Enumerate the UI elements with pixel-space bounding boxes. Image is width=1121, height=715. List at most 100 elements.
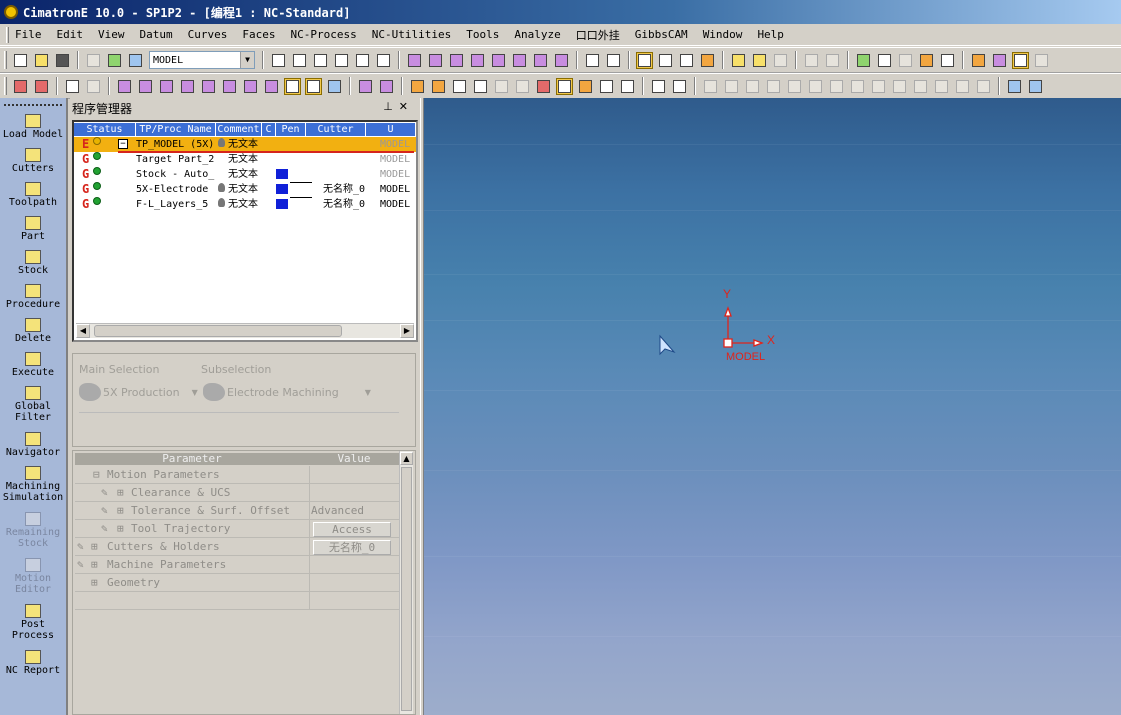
table-row[interactable]: G F-L_Layers_5 无文本 无名称_0 MODEL (74, 197, 416, 212)
new-file-icon[interactable] (12, 52, 29, 69)
line-icon[interactable] (702, 78, 719, 95)
info-icon[interactable] (514, 78, 531, 95)
sidebar-item-load-model[interactable]: Load Model (0, 114, 66, 140)
analyze-icon[interactable] (378, 78, 395, 95)
light-on-icon[interactable] (751, 52, 768, 69)
collapse-icon[interactable]: ⊟ (93, 468, 100, 481)
hidden-line-icon[interactable] (678, 52, 695, 69)
view-top-icon[interactable] (511, 52, 528, 69)
assembly-icon[interactable] (855, 52, 872, 69)
list-icon[interactable] (326, 78, 343, 95)
select-filter-icon[interactable] (85, 78, 102, 95)
arrow-right-icon[interactable] (824, 52, 841, 69)
dimension-icon[interactable] (891, 78, 908, 95)
nc-setup-icon[interactable] (409, 78, 426, 95)
view-bottom-icon[interactable] (532, 52, 549, 69)
circle-icon[interactable] (744, 78, 761, 95)
zoom-all-icon[interactable] (270, 52, 287, 69)
table-row[interactable]: G Target Part_2 无文本 MODEL (74, 152, 416, 167)
chevron-down-icon[interactable]: ▼ (240, 52, 254, 68)
wireframe-view-icon[interactable] (657, 52, 674, 69)
expand-icon[interactable]: ⊞ (91, 540, 98, 553)
param-row-clearance[interactable]: ✎ ⊞ Clearance & UCS (75, 484, 399, 502)
sidebar-item-navigator[interactable]: Navigator (0, 432, 66, 458)
arrow-left-icon[interactable] (803, 52, 820, 69)
menu-faces[interactable]: Faces (242, 28, 275, 41)
pick-curves-icon[interactable] (158, 78, 175, 95)
delete-entity-icon[interactable] (12, 78, 29, 95)
tree-horizontal-scrollbar[interactable]: ◀ ▶ (76, 323, 414, 338)
expand-icon[interactable]: ⊞ (117, 486, 124, 499)
render-mode-icon[interactable] (699, 52, 716, 69)
column-header-name[interactable]: TP/Proc Name (136, 123, 216, 136)
pick-faces-icon[interactable] (116, 78, 133, 95)
table-row[interactable]: G 5X-Electrode 无文本 无名称_0 MODEL (74, 182, 416, 197)
menu-tools[interactable]: Tools (466, 28, 499, 41)
column-header-cutter[interactable]: Cutter (306, 123, 366, 136)
column-header-c[interactable]: C (262, 123, 276, 136)
curve-icon[interactable] (671, 78, 688, 95)
light-icon[interactable] (730, 52, 747, 69)
main-selection-dropdown[interactable]: 5X Production ▼ (79, 383, 198, 401)
view-front-icon[interactable] (427, 52, 444, 69)
cutter-button[interactable]: 无名称_0 (313, 540, 391, 555)
chevron-down-icon[interactable]: ▼ (365, 388, 371, 397)
expand-icon[interactable]: ⊞ (91, 576, 98, 589)
points-icon[interactable] (975, 78, 992, 95)
column-header-comment[interactable]: Comment (216, 123, 262, 136)
param-row-tolerance[interactable]: ✎ ⊞ Tolerance & Surf. Offset Advanced (75, 502, 399, 520)
table-row[interactable]: G Stock - Auto_ 无文本 MODEL (74, 167, 416, 182)
sidebar-item-delete[interactable]: Delete (0, 318, 66, 344)
sidebar-item-stock[interactable]: Stock (0, 250, 66, 276)
graphics-viewport[interactable]: Y X MODEL (424, 98, 1121, 715)
edit-param-icon[interactable]: ✎ (77, 558, 84, 571)
filter-3-icon[interactable] (1012, 51, 1029, 69)
edit-param-icon[interactable]: ✎ (101, 504, 108, 517)
zoom-window-icon[interactable] (291, 52, 308, 69)
select-box-icon[interactable] (64, 78, 81, 95)
column-header-pen[interactable]: Pen (276, 123, 306, 136)
line-angle-icon[interactable] (723, 78, 740, 95)
view-right-icon[interactable] (490, 52, 507, 69)
menu-datum[interactable]: Datum (140, 28, 173, 41)
view-left-icon[interactable] (469, 52, 486, 69)
close-icon[interactable]: ✕ (399, 100, 414, 113)
parameters-vertical-scrollbar[interactable]: ▲ (399, 451, 413, 714)
param-value[interactable]: Advanced (311, 504, 364, 517)
menu-nc-process[interactable]: NC-Process (291, 28, 357, 41)
menu-nc-utilities[interactable]: NC-Utilities (372, 28, 451, 41)
sidebar-item-post-process[interactable]: Post Process (0, 604, 66, 641)
light-off-icon[interactable] (772, 52, 789, 69)
pan-icon[interactable] (354, 52, 371, 69)
sidebar-item-execute[interactable]: Execute (0, 352, 66, 378)
component-icon[interactable] (876, 52, 893, 69)
sketch-icon[interactable] (650, 78, 667, 95)
param-row-cutters[interactable]: ✎ ⊞ Cutters & Holders 无名称_0 (75, 538, 399, 556)
spline-icon[interactable] (765, 78, 782, 95)
sidebar-item-global-filter[interactable]: Global Filter (0, 386, 66, 423)
pick-chain-icon[interactable] (263, 78, 280, 95)
datum-icon[interactable] (1006, 78, 1023, 95)
scroll-thumb[interactable] (94, 325, 342, 337)
param-row-machine[interactable]: ✎ ⊞ Machine Parameters (75, 556, 399, 574)
offset-icon[interactable] (786, 78, 803, 95)
sidebar-item-cutters[interactable]: Cutters (0, 148, 66, 174)
fillet-icon[interactable] (849, 78, 866, 95)
cutter-icon[interactable] (535, 78, 552, 95)
filter-4-icon[interactable] (1033, 52, 1050, 69)
save-icon[interactable] (54, 52, 71, 69)
rotate-icon[interactable] (375, 52, 392, 69)
column-header-status[interactable]: Status (74, 123, 136, 136)
ucs-icon[interactable] (598, 78, 615, 95)
chamfer-icon[interactable] (870, 78, 887, 95)
pick-contour-icon[interactable] (242, 78, 259, 95)
menu-view[interactable]: View (98, 28, 125, 41)
pick-active-icon[interactable] (284, 77, 301, 95)
menu-window[interactable]: Window (703, 28, 743, 41)
menu-plugin[interactable]: 口口外挂 (576, 27, 620, 43)
pointer-icon[interactable] (912, 78, 929, 95)
sidebar-item-remaining-stock[interactable]: Remaining Stock (0, 512, 66, 549)
flow-icon[interactable] (619, 78, 636, 95)
view-back-icon[interactable] (448, 52, 465, 69)
menu-curves[interactable]: Curves (188, 28, 228, 41)
